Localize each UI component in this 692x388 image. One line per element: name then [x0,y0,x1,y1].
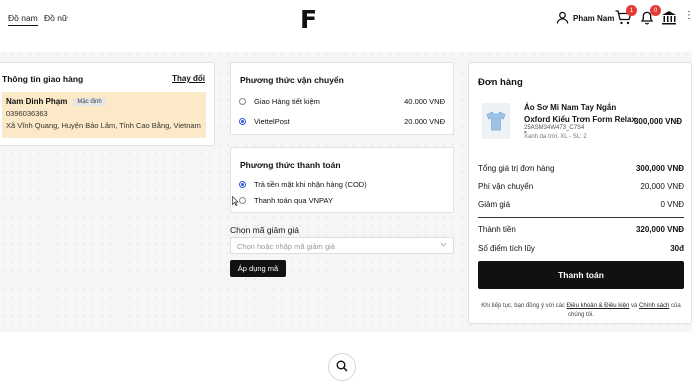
payment-option-vnpay[interactable]: Thanh toán qua VNPAY [239,196,445,205]
notification-button[interactable]: 0 [638,5,661,27]
shipping-option-viettelpost[interactable]: ViettelPost 20.000 VNĐ [239,117,445,126]
brand-logo[interactable]: F [300,5,317,34]
shipping-option-label: Giao Hàng tiết kiệm [254,97,320,106]
more-icon[interactable]: ⋮ [684,10,692,21]
store-button[interactable] [660,9,678,27]
discount-row: Giảm giá 0 VNĐ [478,200,684,209]
shipping-fee-row: Phí vận chuyển 20,000 VNĐ [478,182,684,191]
total-label: Thành tiền [478,225,516,234]
payment-option-cod[interactable]: Trả tiền mặt khi nhận hàng (COD) [239,180,445,189]
site-header: Đồ nam Đồ nữ F Pham Nam 1 0 ⋮ [0,0,692,38]
product-sku: 25ASM34W473_C7S4 [524,125,585,131]
bank-icon [661,10,677,27]
nav-men[interactable]: Đồ nam [8,13,38,26]
cart-button[interactable]: 1 [614,5,637,27]
policy-link[interactable]: Chính sách [639,303,669,309]
recipient-phone: 0396036363 [6,109,48,118]
points-value: 30đ [670,244,684,253]
nav-women[interactable]: Đồ nữ [44,13,68,23]
search-icon [336,360,348,374]
summary-divider [478,217,684,218]
user-icon [556,11,569,26]
checkout-button[interactable]: Thanh toán [478,261,684,289]
shipping-method-card: Phương thức vận chuyển Giao Hàng tiết ki… [230,62,454,135]
cart-count-badge: 1 [626,5,637,16]
radio-button[interactable] [239,98,246,105]
subtotal-row: Tổng giá trị đơn hàng 300,000 VNĐ [478,164,684,173]
recipient-address: Xã Vĩnh Quang, Huyện Bảo Lâm, Tỉnh Cao B… [6,121,201,130]
radio-button[interactable] [239,197,246,204]
shipping-fee-label: Phí vận chuyển [478,182,534,191]
floating-search-button[interactable] [328,353,356,381]
shipping-fee-value: 20,000 VNĐ [640,182,684,191]
points-label: Số điểm tích lũy [478,244,535,253]
terms-notice: Khi tiếp tục, bạn đồng ý với các Điều kh… [478,302,684,320]
points-row: Số điểm tích lũy 30đ [478,244,684,253]
chevron-down-icon [440,241,447,250]
shipping-info-title: Thông tin giao hàng [2,74,84,84]
recipient-name: Nam Dinh Phạm [6,97,68,106]
checkout-area: Thông tin giao hàng Thay đổi Nam Dinh Ph… [0,52,692,332]
product-name[interactable]: Áo Sơ Mi Nam Tay Ngắn Oxford Kiểu Trơn F… [524,102,636,138]
total-value: 320,000 VNĐ [635,225,684,234]
payment-method-title: Phương thức thanh toán [240,160,341,170]
coupon-label: Chọn mã giảm giá [230,225,299,235]
product-thumbnail[interactable] [482,103,510,139]
radio-button-selected[interactable] [239,118,246,125]
discount-value: 0 VNĐ [660,200,684,209]
mouse-cursor-icon [232,195,239,208]
subtotal-label: Tổng giá trị đơn hàng [478,164,555,173]
shipping-option-price: 20.000 VNĐ [404,117,445,126]
shipping-method-title: Phương thức vận chuyển [240,75,344,85]
shipping-option-label: ViettelPost [254,117,290,126]
product-variant: Xanh da trời, XL - SL: 2 [524,134,587,140]
total-row: Thành tiền 320,000 VNĐ [478,225,684,234]
user-menu[interactable]: Pham Nam [556,11,614,26]
payment-option-label: Thanh toán qua VNPAY [254,196,333,205]
subtotal-value: 300,000 VNĐ [635,164,684,173]
shipping-option-ghtk[interactable]: Giao Hàng tiết kiệm 40.000 VNĐ [239,97,445,106]
terms-and: và [630,303,638,309]
user-name: Pham Nam [573,14,615,23]
discount-label: Giảm giá [478,200,511,209]
apply-coupon-button[interactable]: Áp dụng mã [230,260,286,277]
terms-link[interactable]: Điều khoản & Điều kiện [567,303,630,309]
payment-option-label: Trả tiền mặt khi nhận hàng (COD) [254,180,367,189]
default-badge: Mặc định [73,97,106,106]
payment-method-card: Phương thức thanh toán Trả tiền mặt khi … [230,147,454,213]
product-price: 300,000 VNĐ [633,117,682,126]
change-address-link[interactable]: Thay đổi [172,74,205,83]
radio-button-selected[interactable] [239,181,246,188]
coupon-select[interactable]: Chọn hoặc nhập mã giảm giá [230,237,454,254]
shipping-option-price: 40.000 VNĐ [404,97,445,106]
shipping-info-card: Thông tin giao hàng Thay đổi Nam Dinh Ph… [0,62,215,146]
order-title: Đơn hàng [478,77,523,88]
address-box[interactable]: Nam Dinh Phạm Mặc định 0396036363 Xã Vĩn… [2,92,206,138]
order-summary-card: Đơn hàng Áo Sơ Mi Nam Tay Ngắn Oxford Ki… [468,62,692,324]
shirt-icon [486,111,506,131]
coupon-placeholder: Chọn hoặc nhập mã giảm giá [237,242,335,251]
terms-prefix: Khi tiếp tục, bạn đồng ý với các [481,303,565,309]
